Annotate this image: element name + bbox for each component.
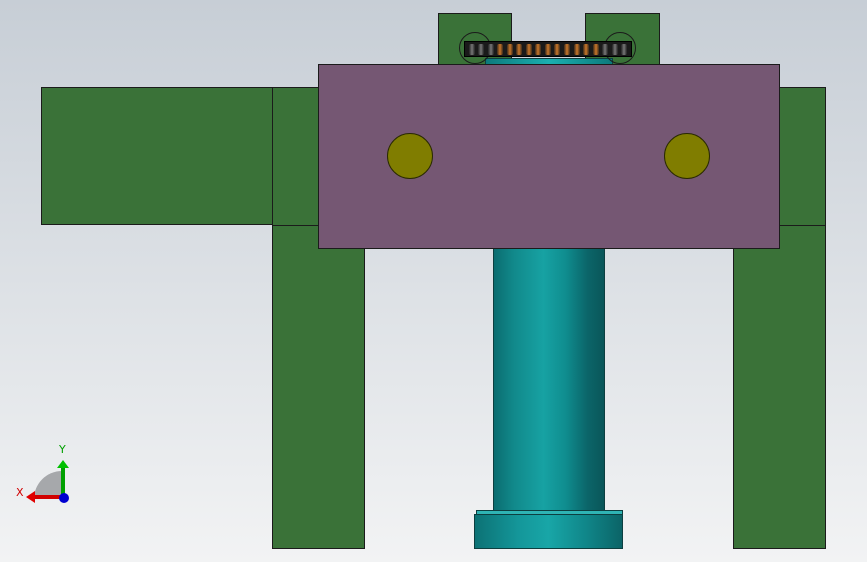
bearing-roller <box>564 43 571 55</box>
bearing-roller <box>497 43 504 55</box>
left-bolt-head[interactable] <box>387 133 433 179</box>
left-column-plate[interactable] <box>272 225 365 549</box>
right-bolt-head[interactable] <box>664 133 710 179</box>
bearing-roller <box>535 43 542 55</box>
purple-mounting-block[interactable] <box>318 64 780 249</box>
bearing-roller <box>506 43 513 55</box>
y-axis-arrowhead <box>57 460 69 468</box>
roller-bearing[interactable] <box>464 41 632 57</box>
bearing-roller <box>583 43 590 55</box>
bearing-roller <box>554 43 561 55</box>
axis-triad-graphic <box>26 460 69 503</box>
bearing-roller <box>516 43 523 55</box>
right-column-plate[interactable] <box>733 225 826 549</box>
bearing-roller <box>573 43 580 55</box>
right-column-upper-plate[interactable] <box>778 87 826 226</box>
z-axis-dot <box>59 493 69 503</box>
axis-triad-icon: Y X <box>12 440 76 510</box>
bearing-roller <box>525 43 532 55</box>
x-axis-arrowhead <box>26 491 35 503</box>
bearing-roller <box>611 43 618 55</box>
bearing-roller <box>602 43 609 55</box>
bearing-roller <box>592 43 599 55</box>
main-shaft[interactable] <box>493 248 605 512</box>
bearing-roller <box>621 43 628 55</box>
bearing-roller <box>468 43 475 55</box>
triad-plane-shade <box>34 471 62 499</box>
left-arm-plate[interactable] <box>41 87 274 225</box>
left-column-upper-plate[interactable] <box>272 87 320 226</box>
bearing-roller <box>487 43 494 55</box>
graphics-viewport[interactable]: Y X <box>0 0 867 562</box>
x-axis-label: X <box>16 486 24 499</box>
bearing-roller <box>478 43 485 55</box>
shaft-base-flange[interactable] <box>474 514 623 549</box>
bearing-roller <box>544 43 551 55</box>
y-axis-label: Y <box>59 443 66 456</box>
